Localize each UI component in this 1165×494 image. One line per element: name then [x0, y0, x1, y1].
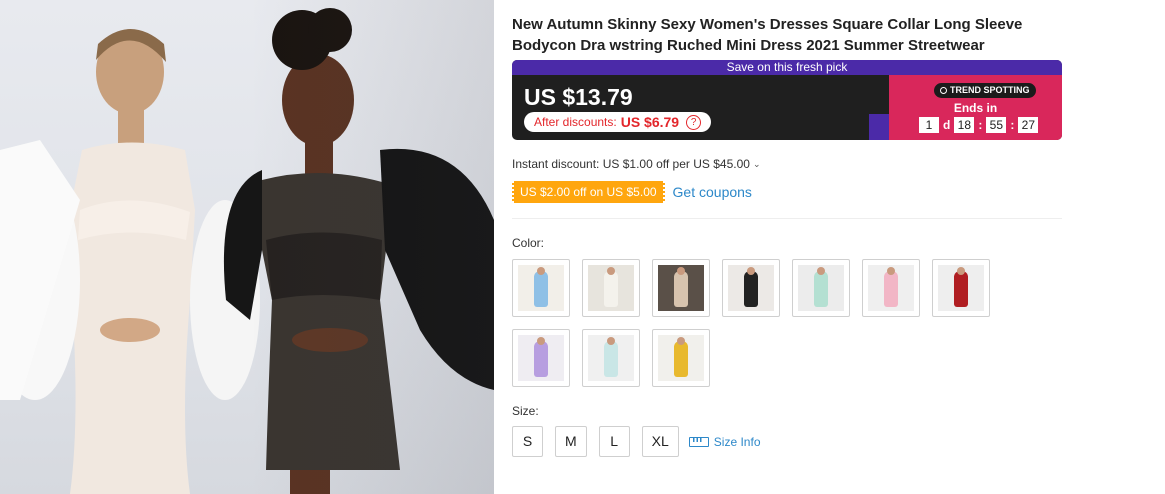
chevron-down-icon: ⌄ — [752, 158, 761, 169]
countdown-separator: : — [978, 118, 983, 132]
trend-panel: TREND SPOTTING Ends in 1 d 18 : 55 : 27 — [889, 75, 1062, 140]
trend-badge-text: TREND SPOTTING — [950, 85, 1030, 95]
swatch-thumbnail — [518, 335, 564, 381]
after-discount-pill[interactable]: After discounts: US $6.79 ? — [524, 112, 712, 132]
ruler-icon — [688, 436, 709, 447]
swatch-dress — [814, 271, 828, 307]
coupon-badge[interactable]: US $2.00 off on US $5.00 — [512, 181, 665, 203]
size-info-link[interactable]: Size Info — [688, 434, 761, 449]
swatch-model-head — [607, 267, 615, 275]
swatch-dress — [954, 271, 968, 307]
size-option[interactable]: M — [555, 426, 587, 457]
swatch-model-head — [537, 267, 545, 275]
swatch-thumbnail — [518, 265, 564, 311]
promo-banner: Save on this fresh pick — [512, 60, 1062, 75]
swatch-model-head — [677, 267, 685, 275]
trend-icon — [940, 87, 947, 94]
swatch-thumbnail — [938, 265, 984, 311]
swatch-dress — [604, 341, 618, 377]
price-promo-box: Save on this fresh pick US $13.79 After … — [512, 60, 1062, 140]
countdown-minutes: 55 — [986, 117, 1007, 133]
color-swatch[interactable] — [652, 259, 710, 317]
color-swatch[interactable] — [862, 259, 920, 317]
swatch-thumbnail — [728, 265, 774, 311]
ends-in-label: Ends in — [953, 101, 998, 115]
color-label: Color: — [512, 236, 545, 250]
swatch-dress — [604, 271, 618, 307]
color-swatch[interactable] — [722, 259, 780, 317]
color-swatch[interactable] — [512, 259, 570, 317]
swatch-thumbnail — [798, 265, 844, 311]
swatch-model-head — [677, 337, 685, 345]
size-label: Size: — [512, 404, 539, 418]
current-price: US $13.79 — [524, 84, 633, 110]
trend-spotting-badge: TREND SPOTTING — [934, 83, 1036, 98]
swatch-dress — [674, 341, 688, 377]
swatch-dress — [534, 271, 548, 307]
countdown-days: 1 — [919, 117, 939, 133]
color-swatch[interactable] — [792, 259, 850, 317]
countdown-seconds: 27 — [1018, 117, 1039, 133]
size-option[interactable]: S — [512, 426, 543, 457]
color-swatch[interactable] — [512, 329, 570, 387]
color-swatch[interactable] — [582, 259, 640, 317]
swatch-model-head — [957, 267, 965, 275]
countdown-timer: 1 d 18 : 55 : 27 — [919, 117, 1039, 133]
instant-discount-text: Instant discount: US $1.00 off per US $4… — [512, 157, 750, 171]
swatch-dress — [674, 271, 688, 307]
color-swatch[interactable] — [932, 259, 990, 317]
color-swatch[interactable] — [652, 329, 710, 387]
size-info-text: Size Info — [713, 434, 761, 449]
product-title: New Autumn Skinny Sexy Women's Dresses S… — [512, 16, 1023, 54]
swatch-model-head — [887, 267, 895, 275]
size-option[interactable]: XL — [641, 426, 679, 457]
question-icon[interactable]: ? — [686, 114, 702, 130]
swatch-thumbnail — [588, 335, 634, 381]
product-image[interactable] — [0, 0, 494, 494]
swatch-model-head — [607, 337, 615, 345]
size-option[interactable]: L — [598, 426, 630, 457]
countdown-days-unit: d — [943, 118, 951, 132]
swatch-thumbnail — [588, 265, 634, 311]
after-discount-price: US $6.79 — [620, 114, 680, 130]
swatch-model-head — [817, 267, 825, 275]
get-coupons-link[interactable]: Get coupons — [673, 184, 752, 200]
swatch-dress — [534, 341, 548, 377]
color-swatch[interactable] — [582, 329, 640, 387]
swatch-thumbnail — [658, 335, 704, 381]
product-info-panel: New Autumn Skinny Sexy Women's Dresses S… — [512, 0, 1072, 494]
swatch-thumbnail — [868, 265, 914, 311]
countdown-separator: : — [1010, 118, 1015, 132]
swatch-thumbnail — [658, 265, 704, 311]
coupon-row: US $2.00 off on US $5.00 Get coupons — [512, 181, 752, 203]
color-swatches — [512, 259, 1012, 387]
photo-shadow — [250, 0, 494, 494]
divider — [512, 218, 1062, 219]
countdown-hours: 18 — [954, 117, 975, 133]
swatch-model-head — [747, 267, 755, 275]
swatch-model-head — [537, 337, 545, 345]
swatch-dress — [884, 271, 898, 307]
instant-discount[interactable]: Instant discount: US $1.00 off per US $4… — [512, 157, 760, 171]
after-discount-label: After discounts: — [534, 115, 617, 129]
swatch-dress — [744, 271, 758, 307]
size-options: S M L XL Size Info — [512, 426, 761, 457]
